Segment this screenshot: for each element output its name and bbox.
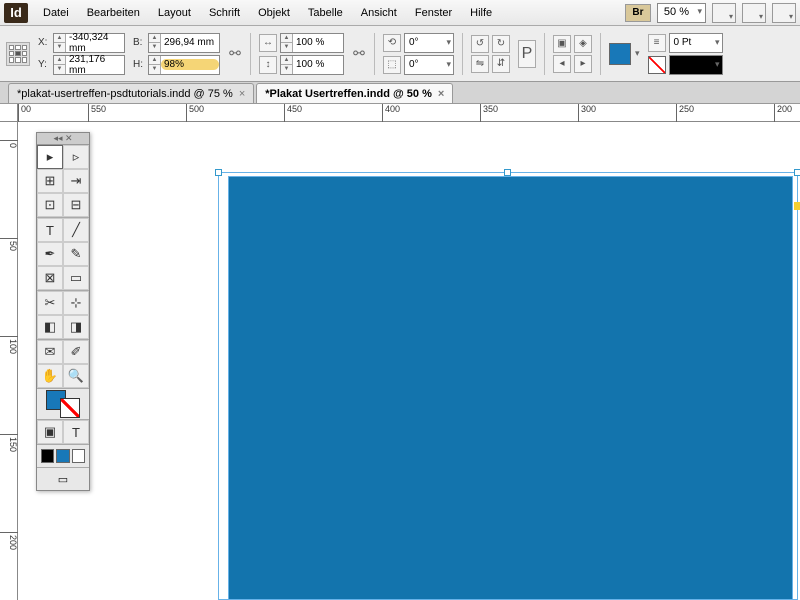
formatting-text-icon[interactable]: T [63,420,89,444]
menu-hilfe[interactable]: Hilfe [461,3,501,23]
selection-handle[interactable] [794,169,800,176]
gradient-swatch-tool[interactable]: ◧ [37,315,63,339]
app-logo: Id [4,3,28,23]
width-input[interactable]: ▲▼296,94 mm [148,33,220,53]
width-label: B: [133,37,145,48]
content-placer-tool[interactable]: ⊟ [63,193,89,217]
formatting-container-icon[interactable]: ▣ [37,420,63,444]
stroke-weight-icon: ≡ [648,34,666,52]
ruler-corner[interactable] [0,104,18,122]
selection-handle[interactable] [215,169,222,176]
menu-objekt[interactable]: Objekt [249,3,299,23]
gradient-feather-tool[interactable]: ◨ [63,315,89,339]
height-input[interactable]: ▲▼98% [148,55,220,75]
menu-bearbeiten[interactable]: Bearbeiten [78,3,149,23]
fill-swatch[interactable] [609,43,631,65]
screen-mode-button[interactable] [742,3,766,23]
apply-gradient-icon[interactable] [56,449,69,463]
rotate-icon: ⟲ [383,34,401,52]
control-bar: X: ▲▼-340,324 mm Y: ▲▼231,176 mm B: ▲▼29… [0,26,800,82]
horizontal-ruler[interactable]: 00 550 500 450 400 350 300 250 200 [18,104,800,122]
tools-panel[interactable]: ◂◂ ✕ ▸ ▹ ⊞ ⇥ ⊡ ⊟ T ╱ ✒ ✎ ⊠ ▭ ✂ ⊹ ◧ ◨ ✉ ✐… [36,132,90,491]
selected-rectangle[interactable] [228,176,793,600]
flip-h-icon[interactable]: ⇋ [471,55,489,73]
canvas[interactable] [18,122,800,600]
stroke-style-combo[interactable] [669,55,723,75]
menu-datei[interactable]: Datei [34,3,78,23]
free-transform-tool[interactable]: ⊹ [63,291,89,315]
flip-v-icon[interactable]: ⇵ [492,55,510,73]
zoom-tool[interactable]: 🔍 [63,364,89,388]
stroke-weight-input[interactable]: 0 Pt [669,33,723,53]
direct-selection-tool[interactable]: ▹ [63,145,89,169]
height-label: H: [133,59,145,70]
menubar: Id Datei Bearbeiten Layout Schrift Objek… [0,0,800,26]
document-tab-1[interactable]: *plakat-usertreffen-psdtutorials.indd @ … [8,83,254,103]
paragraph-icon[interactable]: P [518,40,536,68]
page-tool[interactable]: ⊞ [37,169,63,193]
menu-schrift[interactable]: Schrift [200,3,249,23]
pen-tool[interactable]: ✒ [37,242,63,266]
content-collector-tool[interactable]: ⊡ [37,193,63,217]
vertical-ruler[interactable]: 0 50 100 150 200 [0,122,18,600]
fill-stroke-toggle[interactable] [37,389,89,419]
select-container-icon[interactable]: ▣ [553,35,571,53]
reference-point[interactable] [6,42,30,66]
arrange-button[interactable] [772,3,796,23]
close-icon[interactable]: × [239,88,245,100]
gap-tool[interactable]: ⇥ [63,169,89,193]
scale-x-input[interactable]: ▲▼100 % [280,33,344,53]
x-label: X: [38,37,50,48]
bridge-button[interactable]: Br [625,4,651,22]
pencil-tool[interactable]: ✎ [63,242,89,266]
type-tool[interactable]: T [37,218,63,242]
stroke-swatch[interactable] [648,56,666,74]
rectangle-frame-tool[interactable]: ⊠ [37,266,63,290]
line-tool[interactable]: ╱ [63,218,89,242]
close-icon[interactable]: × [438,88,444,100]
menu-ansicht[interactable]: Ansicht [352,3,406,23]
select-prev-icon[interactable]: ◂ [553,55,571,73]
panel-grip[interactable]: ◂◂ ✕ [37,133,89,145]
y-input[interactable]: ▲▼231,176 mm [53,55,125,75]
hand-tool[interactable]: ✋ [37,364,63,388]
scale-x-icon: ↔ [259,34,277,52]
selection-tool[interactable]: ▸ [37,145,63,169]
menu-tabelle[interactable]: Tabelle [299,3,352,23]
select-next-icon[interactable]: ▸ [574,55,592,73]
scale-y-input[interactable]: ▲▼100 % [280,55,344,75]
y-label: Y: [38,59,50,70]
eyedropper-tool[interactable]: ✐ [63,340,89,364]
scissors-tool[interactable]: ✂ [37,291,63,315]
scale-y-icon: ↕ [259,56,277,74]
shear-icon: ⬚ [383,56,401,74]
select-content-icon[interactable]: ◈ [574,35,592,53]
constrain-scale-icon[interactable]: ⚯ [352,34,366,74]
live-corner-handle[interactable] [794,202,800,210]
rectangle-tool[interactable]: ▭ [63,266,89,290]
x-input[interactable]: ▲▼-340,324 mm [53,33,125,53]
menu-layout[interactable]: Layout [149,3,200,23]
document-tab-2[interactable]: *Plakat Usertreffen.indd @ 50 %× [256,83,453,103]
zoom-level-combo[interactable]: 50 % [657,3,706,23]
rotate-cw-icon[interactable]: ↻ [492,35,510,53]
fill-dropdown-icon[interactable]: ▾ [635,48,640,59]
view-options-button[interactable] [712,3,736,23]
selection-handle[interactable] [504,169,511,176]
constrain-wh-icon[interactable]: ⚯ [228,34,242,74]
screen-mode-tool[interactable]: ▭ [37,468,89,490]
apply-none-icon[interactable] [72,449,85,463]
apply-color-icon[interactable] [41,449,54,463]
document-tabbar: *plakat-usertreffen-psdtutorials.indd @ … [0,82,800,104]
note-tool[interactable]: ✉ [37,340,63,364]
shear-input[interactable]: 0° [404,55,454,75]
menu-fenster[interactable]: Fenster [406,3,461,23]
rotate-ccw-icon[interactable]: ↺ [471,35,489,53]
rotate-input[interactable]: 0° [404,33,454,53]
